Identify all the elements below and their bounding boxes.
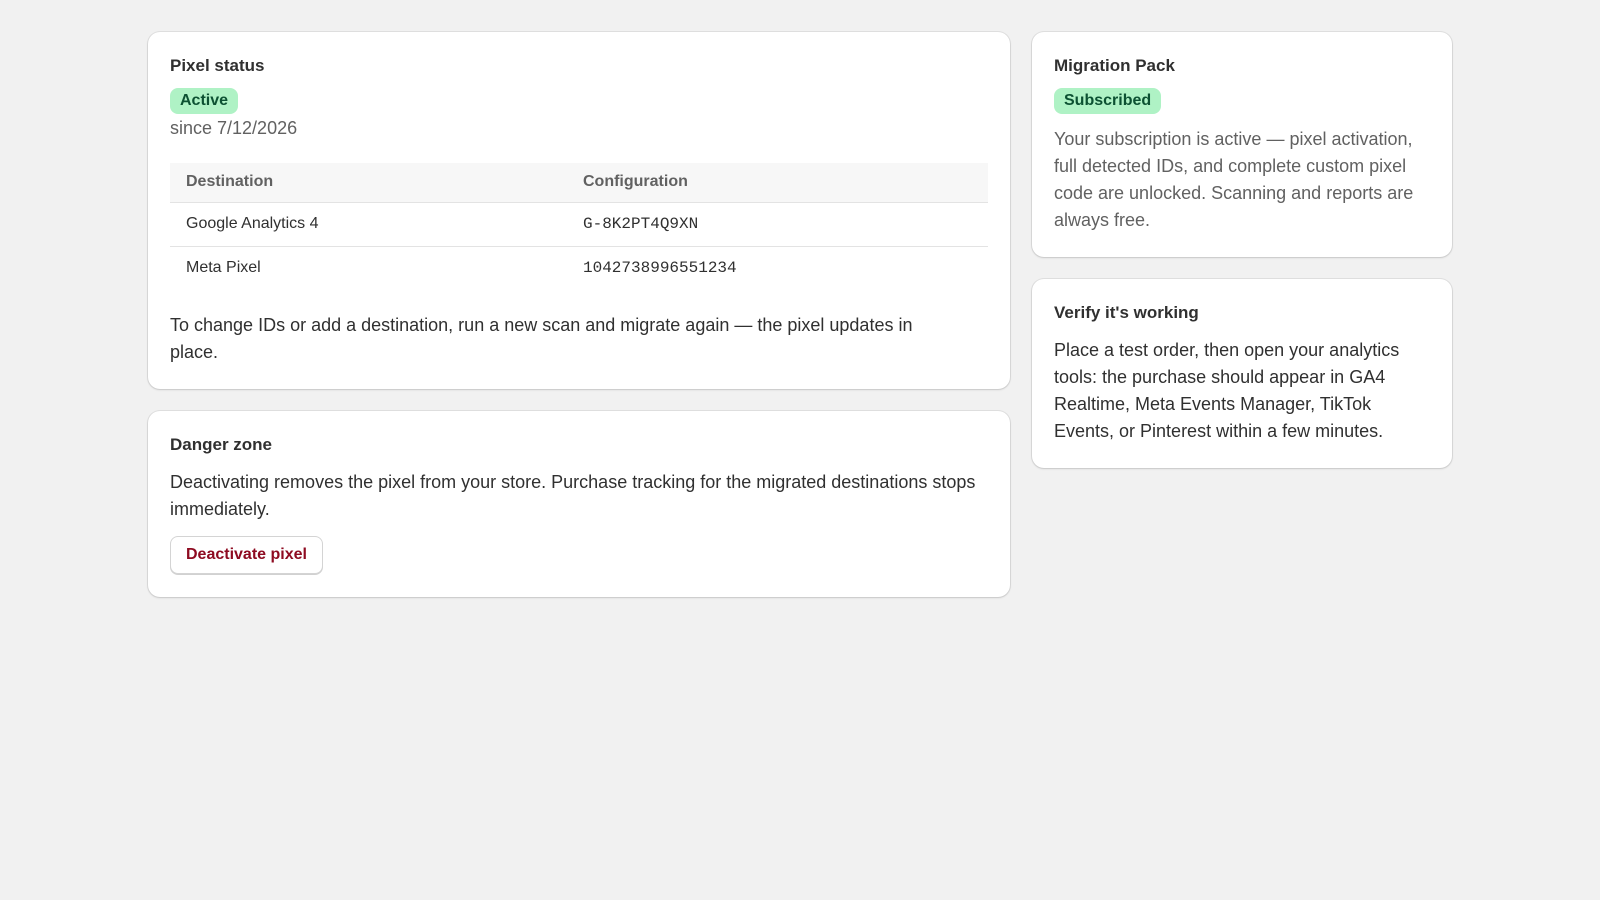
migration-pack-title: Migration Pack — [1054, 56, 1175, 75]
migration-pack-card: Migration Pack Subscribed Your subscript… — [1032, 32, 1452, 257]
table-row: Google Analytics 4 G-8K2PT4Q9XN — [170, 202, 988, 247]
pixel-status-card: Pixel status Active since 7/12/2026 Dest… — [148, 32, 1010, 389]
verify-description: Place a test order, then open your analy… — [1054, 340, 1400, 441]
destinations-table: Destination Configuration Google Analyti… — [170, 163, 988, 290]
pixel-status-badge: Active — [170, 88, 239, 114]
danger-zone-card: Danger zone Deactivating removes the pix… — [148, 411, 1010, 597]
page-layout: Pixel status Active since 7/12/2026 Dest… — [148, 32, 1452, 597]
destination-config-id: G-8K2PT4Q9XN — [567, 202, 988, 247]
destination-name: Meta Pixel — [186, 259, 261, 277]
table-row: Meta Pixel 1042738996551234 — [170, 246, 988, 290]
table-header-row: Destination Configuration — [170, 163, 988, 203]
column-header-configuration: Configuration — [567, 163, 988, 203]
pixel-active-since: since 7/12/2026 — [170, 118, 298, 138]
column-header-destination: Destination — [170, 163, 567, 203]
destination-config-id: 1042738996551234 — [583, 259, 737, 278]
danger-zone-description: Deactivating removes the pixel from your… — [170, 472, 976, 519]
main-column: Pixel status Active since 7/12/2026 Dest… — [148, 32, 1010, 597]
subscription-description: Your subscription is active — pixel acti… — [1054, 129, 1414, 230]
change-ids-note: To change IDs or add a destination, run … — [170, 315, 913, 362]
danger-zone-title: Danger zone — [170, 435, 273, 454]
side-column: Migration Pack Subscribed Your subscript… — [1032, 32, 1452, 468]
destination-name: Google Analytics 4 — [170, 202, 567, 247]
deactivate-pixel-button[interactable]: Deactivate pixel — [170, 536, 323, 574]
verify-title: Verify it's working — [1054, 303, 1199, 322]
verify-card: Verify it's working Place a test order, … — [1032, 279, 1452, 468]
pixel-status-title: Pixel status — [170, 56, 265, 75]
subscription-status-badge: Subscribed — [1054, 88, 1162, 114]
